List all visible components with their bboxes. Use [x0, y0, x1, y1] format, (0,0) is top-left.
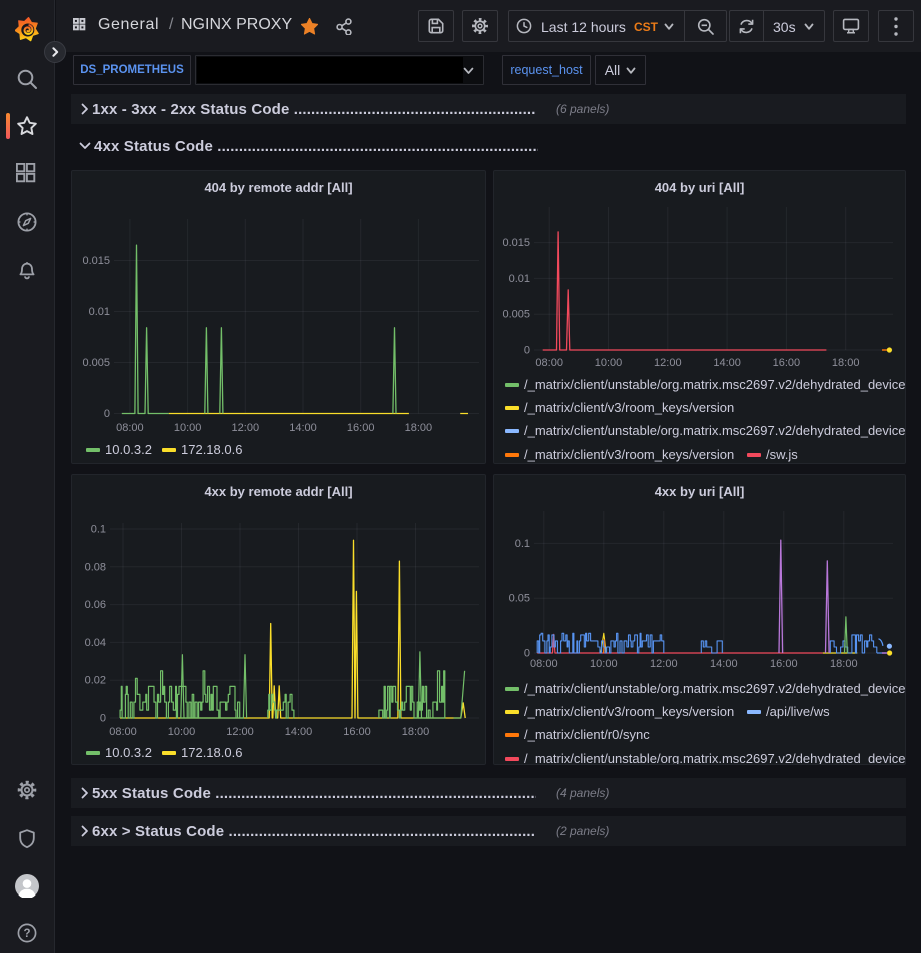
svg-text:18:00: 18:00: [832, 357, 860, 369]
svg-text:12:00: 12:00: [232, 422, 260, 434]
svg-text:10:00: 10:00: [168, 726, 196, 738]
svg-text:0.08: 0.08: [85, 561, 106, 573]
svg-text:0.04: 0.04: [85, 637, 106, 649]
svg-text:16:00: 16:00: [347, 422, 375, 434]
svg-text:12:00: 12:00: [650, 658, 678, 670]
svg-text:0.015: 0.015: [82, 255, 110, 267]
svg-text:10:00: 10:00: [595, 357, 623, 369]
svg-text:0.015: 0.015: [502, 237, 530, 249]
svg-text:14:00: 14:00: [710, 658, 738, 670]
svg-text:14:00: 14:00: [289, 422, 317, 434]
svg-text:16:00: 16:00: [770, 658, 798, 670]
svg-text:08:00: 08:00: [535, 357, 563, 369]
svg-text:0.005: 0.005: [502, 309, 530, 321]
svg-text:08:00: 08:00: [530, 658, 558, 670]
svg-text:16:00: 16:00: [343, 726, 371, 738]
svg-text:12:00: 12:00: [654, 357, 682, 369]
svg-text:0.01: 0.01: [509, 273, 530, 285]
svg-text:?: ?: [23, 928, 30, 940]
svg-text:0: 0: [100, 713, 106, 725]
svg-text:0.02: 0.02: [85, 675, 106, 687]
svg-text:18:00: 18:00: [405, 422, 433, 434]
svg-text:0.01: 0.01: [89, 306, 110, 318]
svg-text:12:00: 12:00: [226, 726, 254, 738]
svg-text:0.1: 0.1: [515, 538, 530, 550]
svg-text:08:00: 08:00: [116, 422, 144, 434]
svg-text:18:00: 18:00: [830, 658, 858, 670]
svg-text:14:00: 14:00: [285, 726, 313, 738]
svg-text:10:00: 10:00: [590, 658, 618, 670]
svg-text:0.06: 0.06: [85, 599, 106, 611]
svg-text:0: 0: [524, 345, 530, 357]
svg-text:0.005: 0.005: [82, 357, 110, 369]
svg-text:18:00: 18:00: [402, 726, 430, 738]
svg-text:08:00: 08:00: [109, 726, 137, 738]
svg-text:0.1: 0.1: [91, 524, 106, 536]
svg-text:10:00: 10:00: [174, 422, 202, 434]
svg-text:0.05: 0.05: [509, 593, 530, 605]
svg-text:14:00: 14:00: [713, 357, 741, 369]
svg-text:16:00: 16:00: [773, 357, 801, 369]
svg-text:0: 0: [104, 408, 110, 420]
